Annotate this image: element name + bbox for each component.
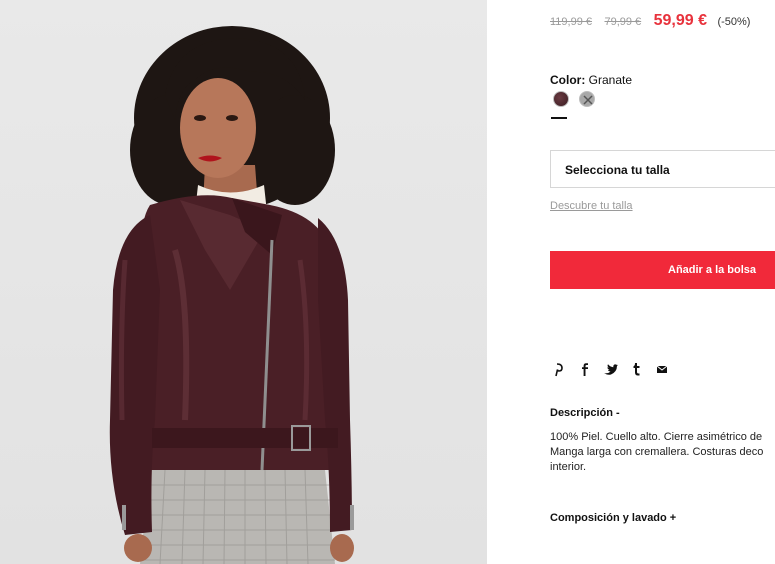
facebook-icon[interactable] [576,361,592,377]
price-discount: (-50%) [717,16,751,28]
price-current: 59,99 € [653,12,708,29]
description-line: Manga larga con cremallera. Costuras dec… [550,446,764,458]
model-illustration [109,26,354,564]
size-select-label: Selecciona tu talla [565,163,670,177]
tumblr-icon[interactable] [628,361,644,377]
color-label-key: Color: [550,73,586,87]
product-image[interactable] [0,0,487,564]
color-label-value: Granate [588,73,633,87]
description-text: 100% Piel. Cuello alto. Cierre asimétric… [550,430,775,475]
price-previous: 79,99 € [604,16,642,28]
add-to-bag-button[interactable]: Añadir a la bolsa [550,251,775,289]
description-line: 100% Piel. Cuello alto. Cierre asimétric… [550,431,763,443]
price-original: 119,99 € [550,16,593,28]
size-guide-link[interactable]: Descubre tu talla [550,200,633,212]
description-toggle[interactable]: Descripción - [550,407,620,419]
email-icon[interactable] [654,361,670,377]
description-line: interior. [550,461,587,473]
swatch-selected-indicator [551,117,567,119]
price-row: 119,99 € 79,99 € 59,99 € (-50%) [550,12,750,30]
swatch-granate[interactable] [551,91,569,119]
product-info-panel: 119,99 € 79,99 € 59,99 € (-50%) Color: G… [487,0,775,564]
pinterest-icon[interactable] [550,361,566,377]
twitter-icon[interactable] [602,361,618,377]
swatch-gris[interactable] [579,91,595,107]
composition-toggle[interactable]: Composición y lavado + [550,512,676,524]
size-select[interactable]: Selecciona tu talla [550,150,775,188]
color-label: Color: Granate [550,73,632,87]
add-to-bag-label: Añadir a la bolsa [668,264,757,276]
unavailable-cross-icon [583,95,593,105]
